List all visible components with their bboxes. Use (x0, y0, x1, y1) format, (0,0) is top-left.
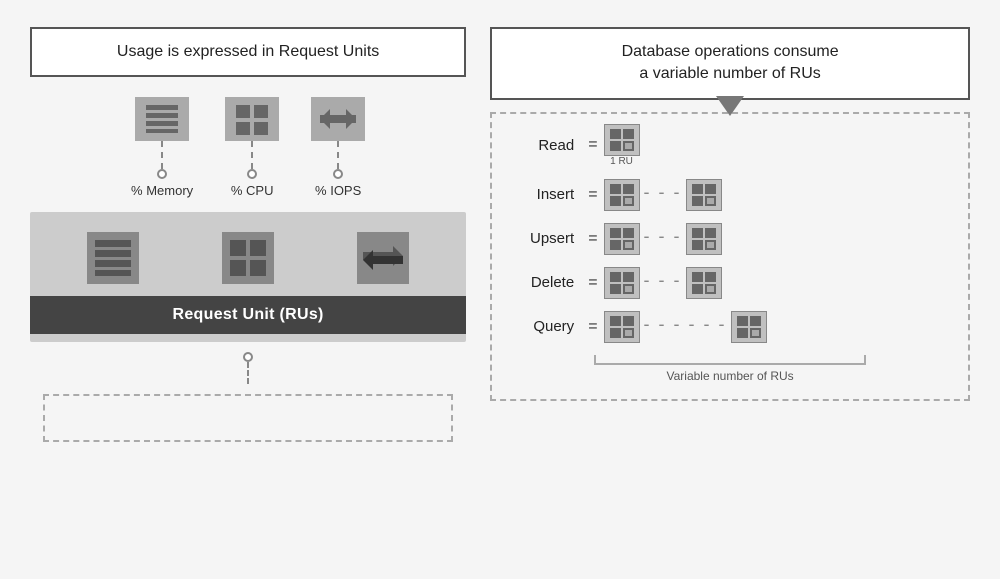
read-label: Read (510, 137, 582, 154)
insert-ru-icon2 (686, 179, 722, 211)
query-row: Query = - - - - - - (510, 311, 950, 343)
upsert-eq: = (588, 230, 597, 248)
ru-bottom-dash (247, 362, 249, 384)
cpu-icon (225, 97, 279, 141)
variable-section: Variable number of RUs (510, 355, 950, 383)
read-ru-icon (604, 124, 640, 156)
read-ru-label: 1 RU (610, 156, 633, 167)
memory-circle (157, 169, 167, 179)
left-title: Usage is expressed in Request Units (30, 27, 466, 77)
iops-icon-item: % IOPS (311, 97, 365, 198)
iops-icon (311, 97, 365, 141)
grid-icon (222, 232, 274, 284)
cpu-dash-line (251, 141, 253, 169)
memory-dash-line (161, 141, 163, 169)
cpu-circle (247, 169, 257, 179)
bottom-dashed (243, 352, 253, 384)
insert-eq: = (588, 186, 597, 204)
ops-container: Read = 1 RU (490, 112, 970, 401)
cpu-label: % CPU (231, 183, 274, 198)
left-panel: Usage is expressed in Request Units % Me… (30, 27, 466, 442)
delete-ru-icon (604, 267, 640, 299)
query-dashes: - - - - - - (644, 314, 727, 339)
right-title-line2: a variable number of RUs (639, 65, 820, 82)
query-eq: = (588, 318, 597, 336)
iops-label: % IOPS (315, 183, 361, 198)
query-ru-icon (604, 311, 640, 343)
ru-icons-row (30, 220, 466, 296)
iops-circle (333, 169, 343, 179)
arrows-icon (357, 232, 409, 284)
ru-dashed-box (43, 394, 453, 442)
right-title-line1: Database operations consume (622, 43, 839, 60)
arrow-down-icon (716, 96, 744, 121)
query-label: Query (510, 318, 582, 335)
upsert-row: Upsert = - - - (510, 223, 950, 255)
memory-icon (135, 97, 189, 141)
delete-label: Delete (510, 274, 582, 291)
memory-label: % Memory (131, 183, 193, 198)
resource-icons-row: % Memory % CPU (131, 97, 365, 198)
iops-dash-line (337, 141, 339, 169)
read-row: Read = 1 RU (510, 124, 950, 167)
delete-dashes: - - - (644, 270, 682, 295)
upsert-ru-icon (604, 223, 640, 255)
insert-label: Insert (510, 186, 582, 203)
right-title: Database operations consume a variable n… (490, 27, 970, 100)
delete-eq: = (588, 274, 597, 292)
memory-icon-item: % Memory (131, 97, 193, 198)
right-panel: Database operations consume a variable n… (490, 27, 970, 401)
ru-bottom-circle (243, 352, 253, 362)
insert-dashes: - - - (644, 182, 682, 207)
upsert-ru-icon2 (686, 223, 722, 255)
delete-ru-icon2 (686, 267, 722, 299)
upsert-dashes: - - - (644, 226, 682, 251)
insert-ru-icon (604, 179, 640, 211)
read-eq: = (588, 136, 597, 154)
ru-label-bar: Request Unit (RUs) (30, 296, 466, 334)
insert-row: Insert = - - - (510, 179, 950, 211)
upsert-label: Upsert (510, 230, 582, 247)
db-icon (87, 232, 139, 284)
ru-block: Request Unit (RUs) (30, 212, 466, 342)
delete-row: Delete = - - - (510, 267, 950, 299)
variable-brace (594, 355, 867, 365)
cpu-icon-item: % CPU (225, 97, 279, 198)
variable-label: Variable number of RUs (667, 369, 794, 383)
query-ru-icon2 (731, 311, 767, 343)
